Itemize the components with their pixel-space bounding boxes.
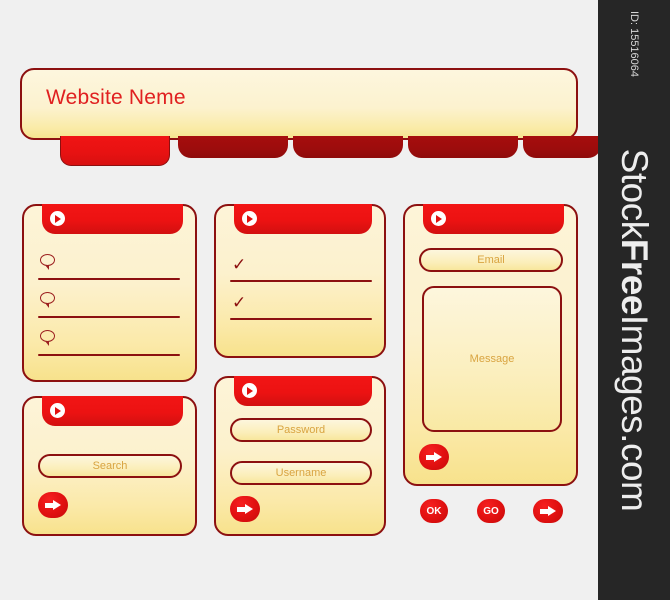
site-header-panel: Website Neme	[20, 68, 578, 140]
search-panel-header	[42, 396, 183, 426]
nav-tab-2[interactable]	[178, 136, 288, 158]
search-input[interactable]: Search	[38, 454, 182, 478]
nav-tab-3[interactable]	[293, 136, 403, 158]
go-button-label: GO	[483, 505, 499, 517]
check-icon[interactable]: ✓	[232, 257, 246, 274]
nav-tab-4[interactable]	[408, 136, 518, 158]
watermark-sidebar: ID: 15516064 StockFreeImages.com	[598, 0, 670, 600]
nav-tab-5[interactable]	[523, 136, 598, 158]
arrow-right-icon	[45, 500, 61, 510]
ok-button-label: OK	[426, 505, 442, 517]
comment-line-3[interactable]	[38, 354, 180, 356]
watermark-brand-bold: Free	[614, 238, 655, 315]
watermark-brand: StockFreeImages.com	[613, 149, 655, 512]
checklist-line-2[interactable]	[230, 318, 372, 320]
login-panel-header	[234, 376, 372, 406]
check-icon[interactable]: ✓	[232, 295, 246, 312]
password-field[interactable]: Password	[230, 418, 372, 442]
play-icon[interactable]	[431, 211, 446, 226]
play-icon[interactable]	[50, 211, 65, 226]
screenshot-root: Website Neme ✓ ✓ Email Message Search Pa…	[0, 0, 670, 600]
play-icon[interactable]	[242, 383, 257, 398]
checklist-panel-header	[234, 204, 372, 234]
ui-kit-canvas: Website Neme ✓ ✓ Email Message Search Pa…	[0, 0, 598, 600]
contact-panel: Email Message	[403, 204, 578, 486]
comments-panel	[22, 204, 197, 382]
comment-line-1[interactable]	[38, 278, 180, 280]
checklist-line-1[interactable]	[230, 280, 372, 282]
login-submit-button[interactable]	[230, 496, 260, 522]
speech-bubble-icon	[40, 254, 55, 270]
contact-panel-header	[423, 204, 564, 234]
speech-bubble-icon	[40, 330, 55, 346]
page-title: Website Neme	[46, 86, 186, 109]
checklist-panel: ✓ ✓	[214, 204, 386, 358]
arrow-right-icon	[237, 504, 253, 514]
search-panel: Search	[22, 396, 197, 536]
arrow-button[interactable]	[533, 499, 563, 523]
speech-bubble-icon	[40, 292, 55, 308]
watermark-brand-suffix: Images.com	[614, 314, 655, 512]
contact-submit-button[interactable]	[419, 444, 449, 470]
email-field[interactable]: Email	[419, 248, 563, 272]
play-icon[interactable]	[242, 211, 257, 226]
watermark-brand-prefix: Stock	[614, 148, 655, 239]
main-navigation	[20, 136, 598, 168]
play-icon[interactable]	[50, 403, 65, 418]
search-submit-button[interactable]	[38, 492, 68, 518]
arrow-right-icon	[540, 506, 556, 516]
login-panel: Password Username	[214, 376, 386, 536]
comments-panel-header	[42, 204, 183, 234]
arrow-right-icon	[426, 452, 442, 462]
comment-line-2[interactable]	[38, 316, 180, 318]
username-field[interactable]: Username	[230, 461, 372, 485]
nav-tab-1[interactable]	[60, 136, 170, 166]
watermark-image-id: ID: 15516064	[628, 10, 640, 78]
message-field[interactable]: Message	[422, 286, 562, 432]
ok-button[interactable]: OK	[420, 499, 448, 523]
go-button[interactable]: GO	[477, 499, 505, 523]
